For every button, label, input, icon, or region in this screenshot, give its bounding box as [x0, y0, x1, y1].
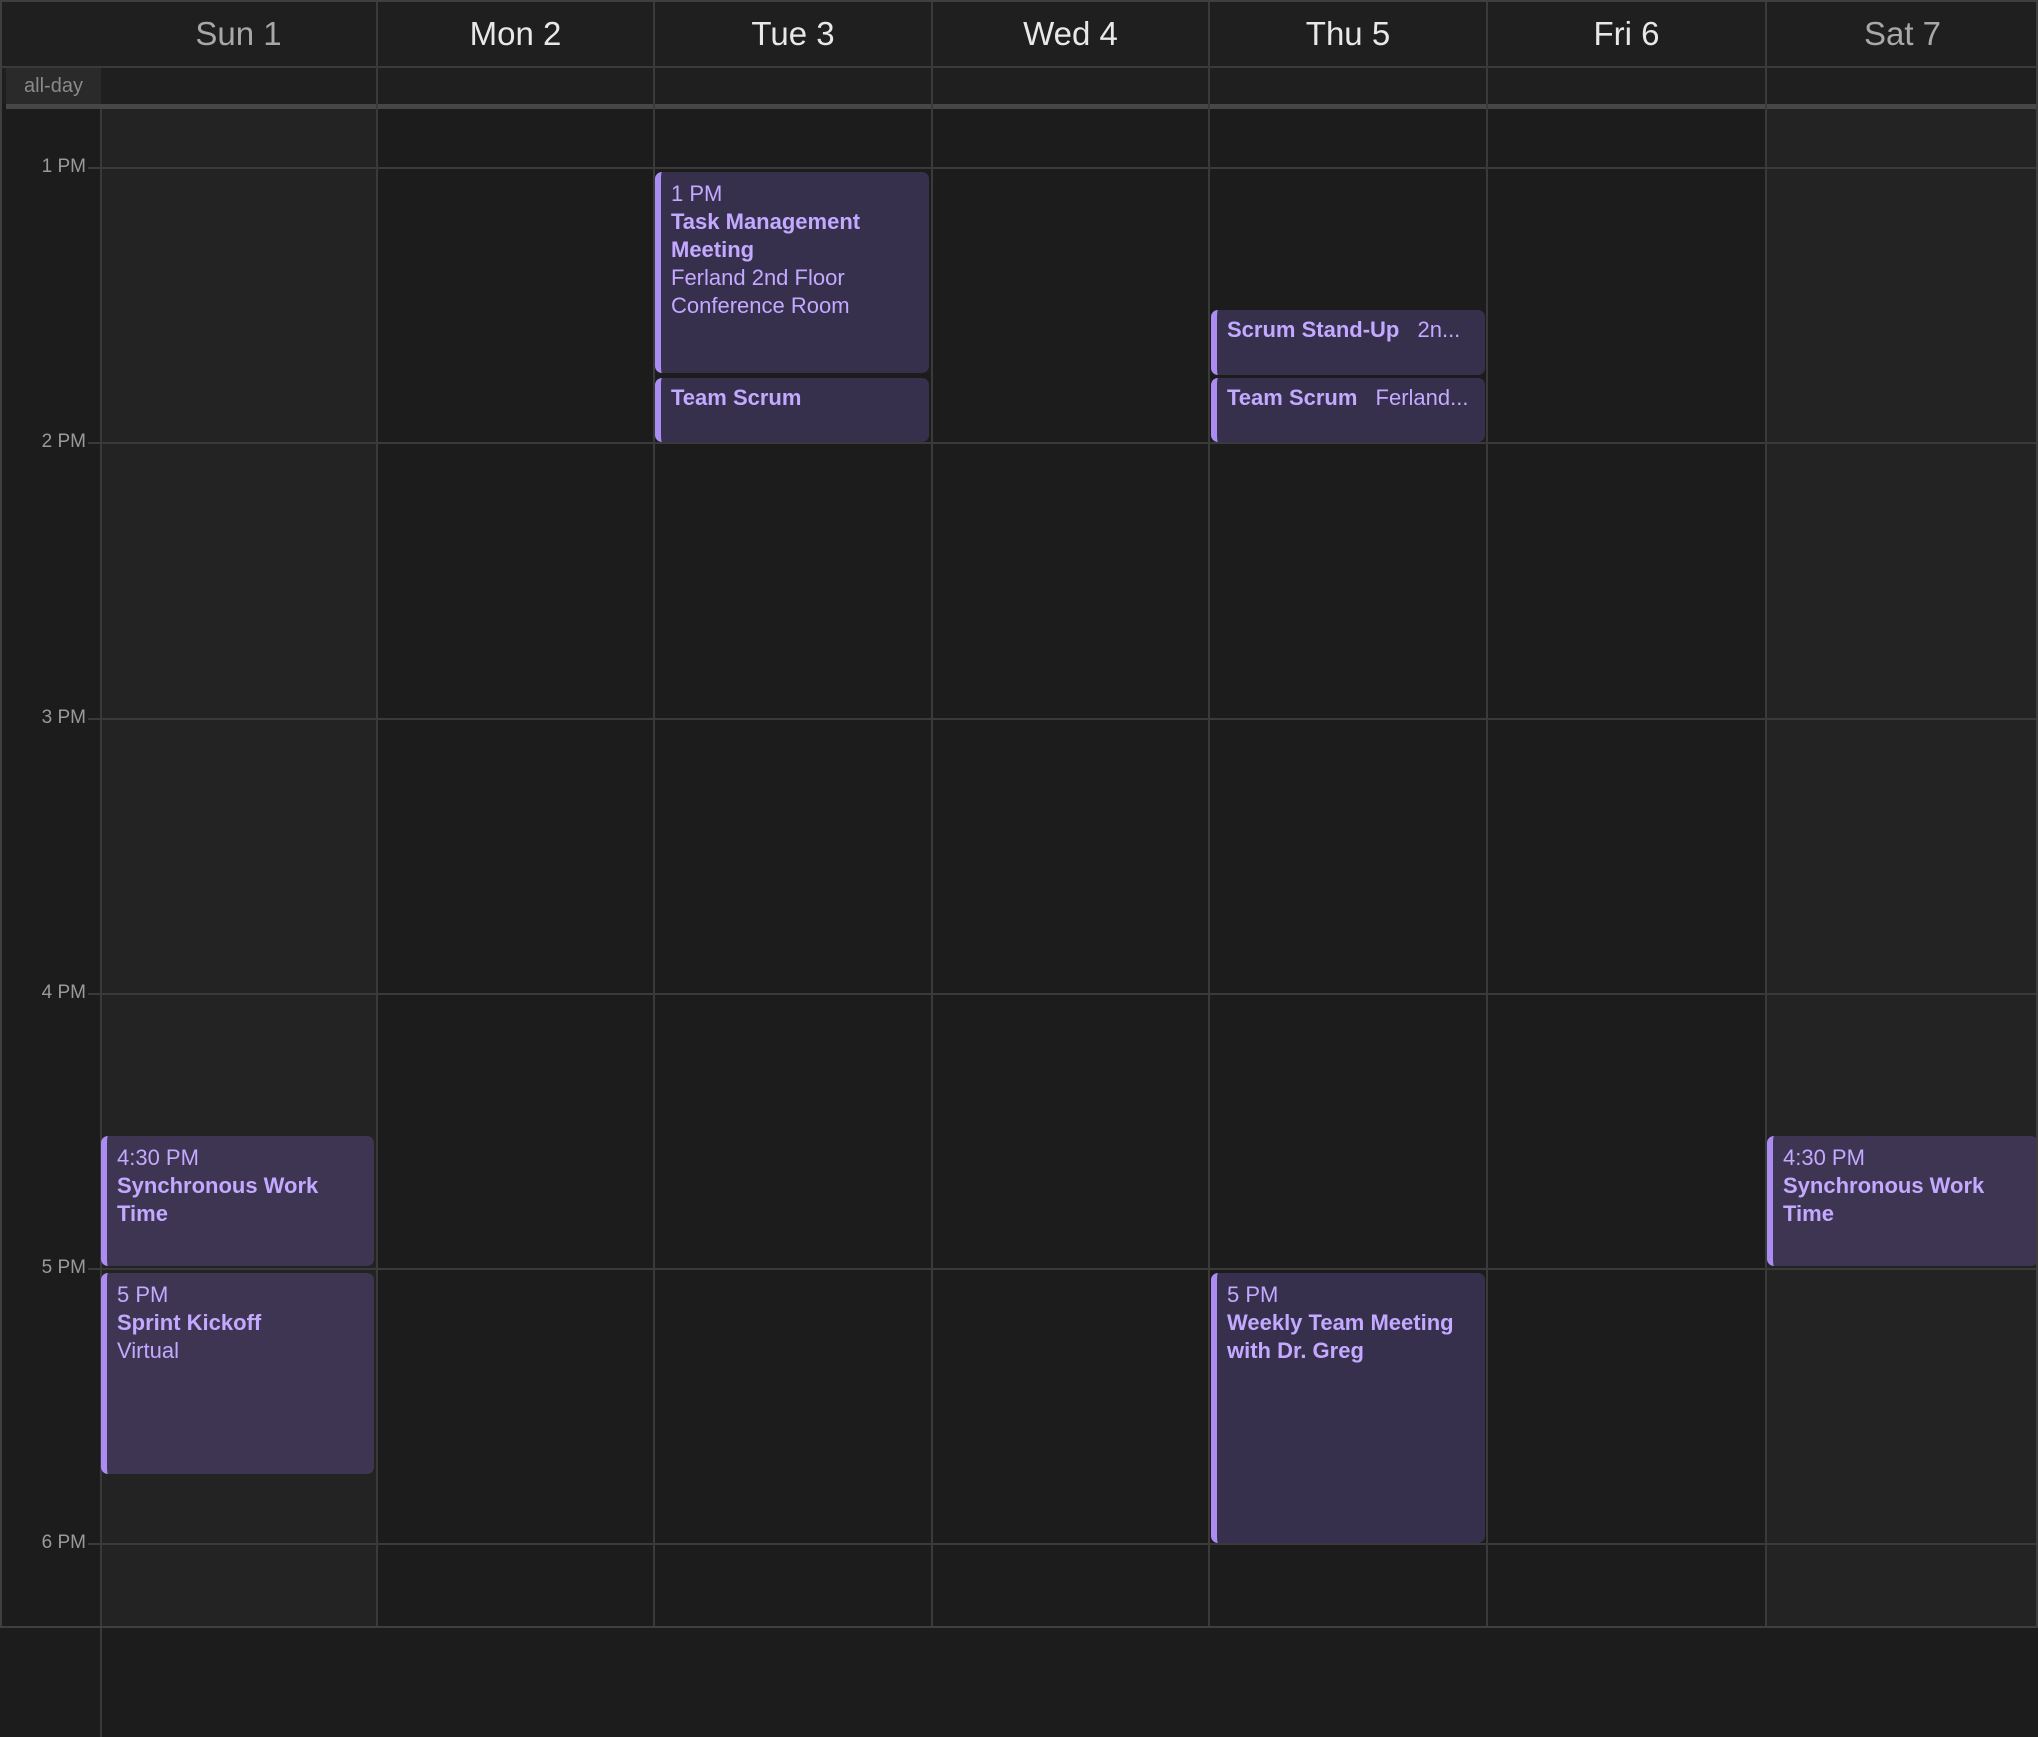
event-title: Task Management Meeting: [671, 209, 861, 262]
event-synchronous-work-time-sat[interactable]: 4:30 PM Synchronous Work Time: [1767, 1136, 2038, 1266]
time-gutter: [0, 109, 101, 1628]
event-time: 1 PM: [671, 181, 723, 206]
event-location: Ferland...: [1375, 385, 1469, 410]
day-separator: [931, 0, 933, 1628]
all-day-row[interactable]: [0, 68, 2038, 104]
event-time: 4:30 PM: [117, 1145, 199, 1170]
event-title: Sprint Kickoff: [117, 1310, 262, 1335]
event-task-management-meeting[interactable]: 1 PM Task Management Meeting Ferland 2nd…: [655, 172, 929, 373]
day-header-thu[interactable]: Thu 5: [1210, 0, 1486, 66]
time-label-2pm: 2 PM: [41, 431, 86, 452]
day-header-tue[interactable]: Tue 3: [655, 0, 931, 66]
event-synchronous-work-time-sun[interactable]: 4:30 PM Synchronous Work Time: [101, 1136, 374, 1266]
day-separator: [376, 0, 378, 1628]
event-title: Team Scrum: [1227, 385, 1358, 410]
event-sprint-kickoff[interactable]: 5 PM Sprint Kickoff Virtual: [101, 1273, 374, 1474]
time-label-3pm: 3 PM: [41, 707, 86, 728]
event-weekly-team-meeting[interactable]: 5 PM Weekly Team Meeting with Dr. Greg: [1211, 1273, 1485, 1543]
event-time: 5 PM: [117, 1282, 169, 1307]
day-header-mon[interactable]: Mon 2: [378, 0, 653, 66]
calendar-week-view: Sun 1 Mon 2 Tue 3 Wed 4 Thu 5 Fri 6 Sat …: [0, 0, 2038, 1737]
time-label-4pm: 4 PM: [41, 982, 86, 1003]
weekend-column-sat: [1767, 0, 2038, 1628]
event-location: 2n...: [1417, 317, 1461, 342]
event-title: Synchronous Work Time: [117, 1173, 319, 1226]
all-day-label: all-day: [6, 68, 101, 104]
event-title: Scrum Stand-Up: [1227, 317, 1400, 342]
day-separator: [100, 109, 102, 1737]
hour-line: [101, 1268, 2038, 1270]
hour-line: [101, 993, 2038, 995]
hour-line: [101, 718, 2038, 720]
day-header-wed[interactable]: Wed 4: [933, 0, 1208, 66]
day-header-sun[interactable]: Sun 1: [101, 0, 376, 66]
event-team-scrum-thu[interactable]: Team Scrum Ferland...: [1211, 378, 1485, 442]
day-header-fri[interactable]: Fri 6: [1488, 0, 1765, 66]
time-label-5pm: 5 PM: [41, 1257, 86, 1278]
hour-line: [101, 167, 2038, 169]
event-title: Synchronous Work Time: [1783, 1173, 1985, 1226]
day-separator: [1208, 0, 1210, 1628]
event-team-scrum-tue[interactable]: Team Scrum: [655, 378, 929, 442]
event-title: Team Scrum: [671, 385, 802, 410]
hour-line: [101, 1543, 2038, 1545]
event-scrum-stand-up[interactable]: Scrum Stand-Up 2n...: [1211, 310, 1485, 375]
event-time: 4:30 PM: [1783, 1145, 1865, 1170]
hour-line: [101, 442, 2038, 444]
event-location: Ferland 2nd Floor Conference Room: [671, 265, 850, 318]
time-label-6pm: 6 PM: [41, 1532, 86, 1553]
all-day-separator: [6, 104, 2038, 109]
time-label-1pm: 1 PM: [41, 156, 86, 177]
day-separator: [1765, 0, 1767, 1628]
event-title: Weekly Team Meeting with Dr. Greg: [1227, 1310, 1454, 1363]
day-header-sat[interactable]: Sat 7: [1767, 0, 2038, 66]
event-location: Virtual: [117, 1338, 179, 1363]
day-separator: [1486, 0, 1488, 1628]
event-time: 5 PM: [1227, 1282, 1279, 1307]
